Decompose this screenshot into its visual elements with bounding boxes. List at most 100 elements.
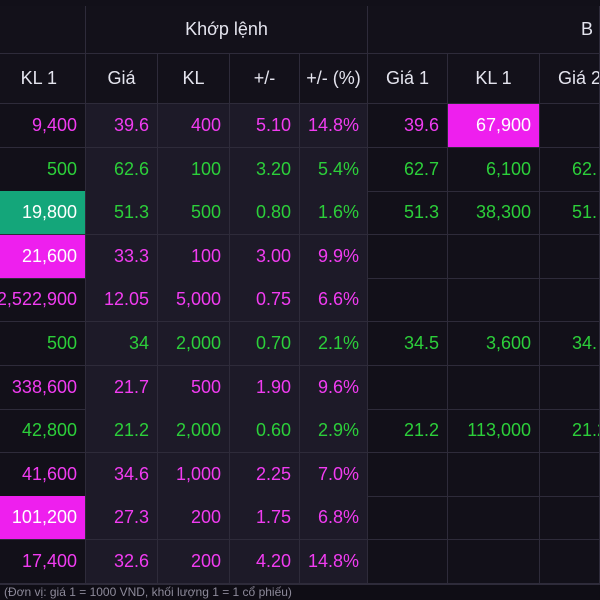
cell-kl1-buy: 113,000 [448,409,540,453]
cell-change-pct: 2.9% [300,409,368,453]
cell-gia: 27.3 [86,496,158,540]
column-header-gia[interactable]: Giá [86,54,158,104]
cell-kl1-buy: 6,100 [448,148,540,192]
cell-kl1-buy [448,235,540,279]
cell-kl1: 500 [0,148,86,192]
cell-change: 5.10 [230,104,300,148]
cell-gia: 34.6 [86,453,158,497]
cell-kl1-buy [448,453,540,497]
cell-kl: 1,000 [158,453,230,497]
cell-gia1 [368,540,448,584]
cell-kl1: 338,600 [0,366,86,410]
cell-kl1: 41,600 [0,453,86,497]
cell-kl: 2,000 [158,409,230,453]
cell-gia: 12.05 [86,278,158,322]
cell-gia1: 62.7 [368,148,448,192]
cell-change-pct: 5.4% [300,148,368,192]
cell-change: 3.20 [230,148,300,192]
group-header-left-blank [0,6,86,54]
cell-kl1-buy [448,496,540,540]
column-header-gia1[interactable]: Giá 1 [368,54,448,104]
cell-change: 0.60 [230,409,300,453]
cell-kl: 500 [158,366,230,410]
cell-gia2: 62. [540,148,600,192]
cell-gia: 21.7 [86,366,158,410]
cell-gia2 [540,235,600,279]
cell-change: 3.00 [230,235,300,279]
cell-kl: 200 [158,540,230,584]
cell-gia1: 39.6 [368,104,448,148]
cell-change-pct: 9.9% [300,235,368,279]
cell-change: 0.70 [230,322,300,366]
cell-kl1: 42,800 [0,409,86,453]
cell-change-pct: 1.6% [300,191,368,235]
cell-change-pct: 6.8% [300,496,368,540]
cell-change: 4.20 [230,540,300,584]
cell-kl: 2,000 [158,322,230,366]
cell-gia2 [540,104,600,148]
column-header-kl1[interactable]: KL 1 [0,54,86,104]
column-header-kl1-buy[interactable]: KL 1 [448,54,540,104]
cell-change: 1.90 [230,366,300,410]
cell-gia: 33.3 [86,235,158,279]
cell-gia1 [368,235,448,279]
column-header-kl[interactable]: KL [158,54,230,104]
cell-kl1-buy [448,366,540,410]
cell-kl: 400 [158,104,230,148]
cell-gia: 51.3 [86,191,158,235]
cell-kl: 200 [158,496,230,540]
cell-change-pct: 9.6% [300,366,368,410]
group-header-buy: B [368,6,600,54]
cell-kl1: 21,600 [0,235,86,279]
group-header-match: Khớp lệnh [86,6,368,54]
cell-change: 0.75 [230,278,300,322]
column-header-change-pct[interactable]: +/- (%) [300,54,368,104]
cell-kl: 5,000 [158,278,230,322]
column-header-change[interactable]: +/- [230,54,300,104]
cell-kl1: 17,400 [0,540,86,584]
cell-change-pct: 7.0% [300,453,368,497]
cell-change-pct: 2.1% [300,322,368,366]
cell-gia1 [368,366,448,410]
cell-gia1 [368,453,448,497]
cell-kl: 100 [158,235,230,279]
cell-kl1-buy: 67,900 [448,104,540,148]
cell-gia1 [368,496,448,540]
cell-change-pct: 14.8% [300,104,368,148]
cell-kl1: 2,522,900 [0,278,86,322]
cell-change: 1.75 [230,496,300,540]
cell-kl1: 9,400 [0,104,86,148]
cell-gia2 [540,540,600,584]
cell-kl1-buy: 38,300 [448,191,540,235]
cell-kl: 500 [158,191,230,235]
cell-kl1: 500 [0,322,86,366]
cell-change-pct: 14.8% [300,540,368,584]
cell-gia2 [540,366,600,410]
cell-gia: 34 [86,322,158,366]
cell-gia2: 34. [540,322,600,366]
cell-gia1: 34.5 [368,322,448,366]
cell-gia: 62.6 [86,148,158,192]
cell-change: 2.25 [230,453,300,497]
cell-gia: 21.2 [86,409,158,453]
cell-gia1: 21.2 [368,409,448,453]
cell-gia: 39.6 [86,104,158,148]
cell-kl1-buy [448,540,540,584]
cell-kl1: 19,800 [0,191,86,235]
cell-gia2: 51. [540,191,600,235]
footer-note: (Đơn vị: giá 1 = 1000 VND, khối lượng 1 … [0,584,600,600]
cell-kl1-buy [448,278,540,322]
cell-change: 0.80 [230,191,300,235]
cell-kl: 100 [158,148,230,192]
cell-gia1: 51.3 [368,191,448,235]
cell-gia2 [540,496,600,540]
cell-gia2 [540,278,600,322]
price-board: Khớp lệnh B KL 1 Giá KL +/- +/- (%) Giá … [0,0,600,600]
cell-gia2 [540,453,600,497]
cell-gia: 32.6 [86,540,158,584]
cell-change-pct: 6.6% [300,278,368,322]
cell-kl1-buy: 3,600 [448,322,540,366]
cell-kl1: 101,200 [0,496,86,540]
column-header-gia2[interactable]: Giá 2 [540,54,600,104]
cell-gia2: 21.2 [540,409,600,453]
